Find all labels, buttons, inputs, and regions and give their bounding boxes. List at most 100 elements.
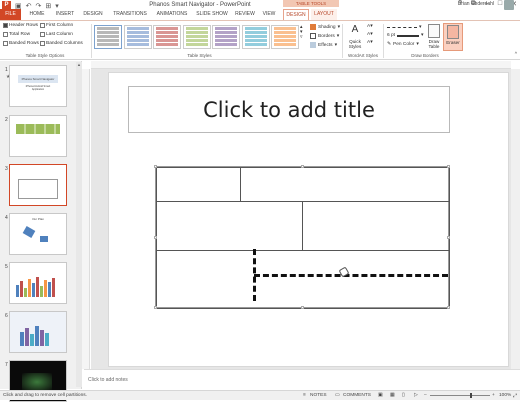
slide-thumbnail[interactable]: Phanos Smart Navigator iPhone/Android Sma…: [9, 65, 67, 107]
zoom-slider[interactable]: [430, 395, 490, 396]
effects-button[interactable]: Effects ▾: [310, 42, 337, 48]
comments-icon[interactable]: ▭: [335, 393, 340, 398]
scroll-up-icon[interactable]: ▲: [76, 62, 82, 67]
pen-style-dropdown[interactable]: ▾: [387, 25, 421, 30]
checkbox-icon[interactable]: [3, 23, 8, 28]
zoom-slider-knob[interactable]: [470, 393, 472, 398]
tab-review[interactable]: REVIEW: [233, 9, 257, 20]
tab-design[interactable]: DESIGN: [283, 9, 309, 20]
user-name[interactable]: Brian Underdahl: [458, 1, 494, 7]
last-column-option[interactable]: Last Column: [40, 32, 73, 37]
gallery-scroll[interactable]: ▴ ▾ ▿: [300, 25, 302, 40]
header-row-option[interactable]: Header Rows: [3, 23, 38, 28]
tab-animations[interactable]: ANIMATIONS: [153, 9, 191, 20]
draw-table-button[interactable]: Draw Table: [424, 23, 444, 51]
notes-toggle[interactable]: NOTES: [310, 393, 327, 398]
reading-view-icon[interactable]: ▯: [402, 393, 405, 398]
table-style-option[interactable]: [241, 25, 270, 49]
notes-icon[interactable]: ≡: [303, 393, 306, 398]
text-format-buttons[interactable]: A▾ A▾ A▾: [367, 24, 373, 45]
tab-design[interactable]: DESIGN: [81, 9, 105, 20]
table-style-option[interactable]: [182, 25, 211, 49]
table-style-option[interactable]: [153, 25, 181, 49]
editor-scrollbar[interactable]: [511, 69, 520, 369]
title-placeholder[interactable]: Click to add title: [128, 86, 450, 133]
first-column-option[interactable]: First Column: [40, 23, 73, 28]
option-label: Header Rows: [9, 23, 39, 28]
text-effects-icon[interactable]: A▾: [367, 40, 373, 45]
style-row: [126, 43, 149, 46]
resize-handle[interactable]: [154, 306, 157, 309]
zoom-in-icon[interactable]: +: [492, 393, 495, 398]
text-outline-icon[interactable]: A▾: [367, 32, 373, 37]
comments-toggle[interactable]: COMMENTS: [343, 393, 371, 398]
maximize-icon[interactable]: □: [498, 0, 502, 8]
resize-handle[interactable]: [447, 236, 450, 239]
pen-weight-dropdown[interactable]: 6 pt ▾: [387, 33, 423, 38]
resize-handle[interactable]: [154, 236, 157, 239]
table-style-option[interactable]: [212, 25, 240, 49]
tab-slide-show[interactable]: SLIDE SHOW: [194, 9, 230, 20]
eraser-label: Eraser: [446, 40, 460, 45]
thumb-bar: [48, 282, 51, 297]
tab-transitions[interactable]: TRANSITIONS: [110, 9, 150, 20]
slide-thumbnail[interactable]: [9, 311, 67, 353]
text-fill-icon[interactable]: A▾: [367, 24, 373, 29]
resize-handle[interactable]: [301, 306, 304, 309]
zoom-out-icon[interactable]: –: [424, 393, 427, 398]
collapse-ribbon-icon[interactable]: ^: [515, 52, 517, 57]
checkbox-icon[interactable]: [40, 32, 45, 37]
vertical-ruler[interactable]: [82, 69, 90, 369]
notes-pane[interactable]: Click to add notes: [84, 369, 520, 390]
tab-layout[interactable]: LAYOUT: [311, 9, 337, 20]
resize-handle[interactable]: [301, 165, 304, 168]
style-row: [274, 31, 296, 34]
thumb-bar: [16, 285, 19, 297]
slide-thumbnail[interactable]: [9, 115, 67, 157]
tab-file[interactable]: FILE: [0, 9, 21, 20]
avatar[interactable]: [504, 0, 514, 10]
slideshow-icon[interactable]: ▷: [414, 393, 418, 398]
style-row: [274, 27, 296, 30]
borders-button[interactable]: Borders ▾: [310, 33, 339, 39]
table-style-option[interactable]: [271, 25, 299, 49]
thumb-subtitle: iPhone/Android Smart Application: [25, 85, 51, 91]
zoom-level[interactable]: 100%: [499, 393, 511, 398]
slide-thumbnail[interactable]: [9, 164, 67, 206]
gallery-more-icon[interactable]: ▿: [300, 35, 302, 40]
table-style-option[interactable]: [94, 25, 122, 49]
status-bar: Click and drag to remove cell partitions…: [0, 390, 520, 400]
checkbox-icon[interactable]: [3, 41, 8, 46]
normal-view-icon[interactable]: ▣: [378, 393, 383, 398]
resize-handle[interactable]: [154, 165, 157, 168]
banded-rows-option[interactable]: Banded Rows: [3, 41, 39, 46]
quick-styles-button[interactable]: A Quick Styles: [345, 23, 365, 51]
fit-slide-icon[interactable]: ⤢: [513, 393, 517, 399]
slide-sorter-icon[interactable]: ▦: [390, 393, 395, 398]
slide-thumbnail[interactable]: Our Plan: [9, 213, 67, 255]
tab-insert[interactable]: INSERT: [53, 9, 77, 20]
table-style-option[interactable]: [123, 25, 152, 49]
resize-handle[interactable]: [447, 306, 450, 309]
shading-button[interactable]: Shading ▾: [310, 24, 340, 30]
pen-color-dropdown[interactable]: ✎ Pen Color ▾: [387, 42, 419, 47]
resize-handle[interactable]: [447, 165, 450, 168]
checkbox-icon[interactable]: [40, 41, 45, 46]
slide-table[interactable]: [154, 165, 450, 309]
eraser-button[interactable]: Eraser: [443, 23, 463, 51]
table-cell[interactable]: [156, 167, 241, 202]
checkbox-icon[interactable]: [3, 32, 8, 37]
table-cell[interactable]: [156, 201, 303, 251]
total-row-option[interactable]: Total Row: [3, 32, 30, 37]
horizontal-ruler[interactable]: [91, 61, 511, 69]
checkbox-icon[interactable]: [40, 23, 45, 28]
quick-styles-icon: A: [351, 24, 359, 35]
banded-columns-option[interactable]: Banded Columns: [40, 41, 83, 46]
table-cell[interactable]: [240, 167, 450, 202]
table-cell[interactable]: [302, 201, 450, 251]
table-cell[interactable]: [156, 250, 450, 309]
draw-borders-group-label: Draw Borders: [411, 53, 439, 58]
tab-home[interactable]: HOME: [26, 9, 48, 20]
tab-view[interactable]: VIEW: [260, 9, 278, 20]
slide-thumbnail[interactable]: [9, 262, 67, 304]
